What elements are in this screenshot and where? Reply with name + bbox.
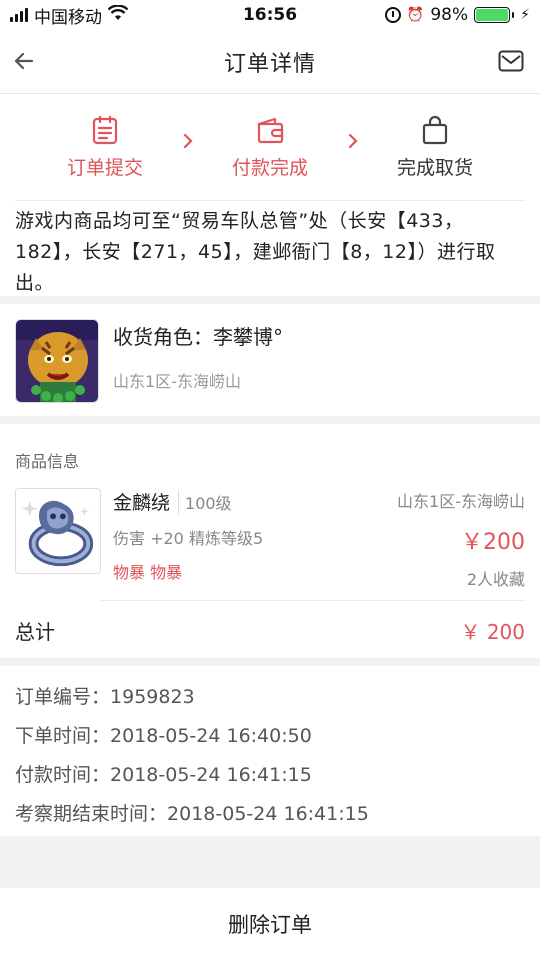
item-favorites: 2人收藏 bbox=[466, 570, 525, 589]
pay-time-row: 付款时间： 2018-05-24 16:41:15 bbox=[15, 756, 525, 795]
nav-bar: 订单详情 bbox=[0, 30, 540, 94]
step-label: 订单提交 bbox=[66, 156, 143, 179]
order-number-row: 订单编号： 1959823 bbox=[15, 678, 525, 717]
item-price: ￥200 bbox=[461, 530, 525, 555]
goods-section: 商品信息 金麟绕 100级 伤害 +20 精炼等级5 物暴 物暴 山东1区-东海… bbox=[0, 424, 540, 658]
battery-percent: 98% bbox=[430, 5, 469, 25]
item-attributes: 伤害 +20 精炼等级5 bbox=[113, 529, 264, 548]
notice-text: 游戏内商品均可至“贸易车队总管”处（长安【433，182】，长安【271，45】… bbox=[15, 210, 496, 294]
clipboard-icon bbox=[92, 115, 118, 144]
receiver-name: 李攀博° bbox=[213, 325, 283, 349]
chevron-right-icon bbox=[183, 133, 193, 149]
receiver-server: 山东1区-东海崂山 bbox=[113, 372, 241, 391]
alarm-icon: ⏰ bbox=[406, 7, 425, 23]
item-level: 100级 bbox=[178, 489, 232, 514]
orientation-lock-icon bbox=[384, 7, 401, 23]
review-end-row: 考察期结束时间： 2018-05-24 16:41:15 bbox=[15, 795, 525, 834]
delete-order-button[interactable]: 删除订单 bbox=[0, 888, 540, 960]
receiver-card: 收货角色： 李攀博° 山东1区-东海崂山 bbox=[0, 304, 540, 416]
total-value: ￥ 200 bbox=[460, 620, 525, 644]
step-order-submitted: 订单提交 bbox=[50, 115, 160, 180]
chevron-right-icon bbox=[348, 133, 358, 149]
total-row: 总计 ￥ 200 bbox=[15, 616, 525, 645]
order-time-row: 下单时间： 2018-05-24 16:40:50 bbox=[15, 717, 525, 756]
item-server: 山东1区-东海崂山 bbox=[397, 492, 525, 511]
item-details: 金麟绕 100级 伤害 +20 精炼等级5 物暴 物暴 bbox=[113, 488, 397, 582]
page-title: 订单详情 bbox=[223, 51, 316, 77]
carrier-label: 中国移动 bbox=[34, 7, 102, 28]
order-number: 1959823 bbox=[110, 686, 195, 708]
item-right: 山东1区-东海崂山 ￥200 2人收藏 bbox=[397, 488, 525, 589]
wifi-icon bbox=[107, 3, 129, 26]
item-name: 金麟绕 bbox=[113, 492, 171, 514]
step-pickup-complete: 完成取货 bbox=[380, 115, 490, 180]
pickup-notice: 游戏内商品均可至“贸易车队总管”处（长安【433，182】，长安【271，45】… bbox=[0, 200, 540, 296]
mail-icon[interactable] bbox=[498, 50, 524, 72]
battery-icon bbox=[474, 7, 515, 23]
order-time-label: 下单时间： bbox=[15, 725, 111, 747]
divider bbox=[15, 200, 525, 201]
ring-item-image bbox=[15, 488, 101, 574]
step-label: 付款完成 bbox=[231, 156, 308, 179]
bag-icon bbox=[422, 115, 448, 144]
item-name-row: 金麟绕 100级 bbox=[113, 488, 397, 515]
review-end-time: 2018-05-24 16:41:15 bbox=[167, 803, 369, 825]
wallet-icon bbox=[257, 117, 284, 143]
pay-time: 2018-05-24 16:41:15 bbox=[110, 764, 312, 786]
review-end-label: 考察期结束时间： bbox=[15, 803, 168, 825]
goods-header: 商品信息 bbox=[15, 452, 80, 471]
goods-item[interactable]: 金麟绕 100级 伤害 +20 精炼等级5 物暴 物暴 山东1区-东海崂山 ￥2… bbox=[15, 488, 525, 589]
receiver-info: 收货角色： 李攀博° 山东1区-东海崂山 bbox=[113, 319, 283, 401]
character-avatar bbox=[15, 319, 99, 403]
divider bbox=[100, 600, 525, 601]
order-info: 订单编号： 1959823 下单时间： 2018-05-24 16:40:50 … bbox=[0, 666, 540, 836]
clock: 16:56 bbox=[242, 5, 298, 25]
status-left: 中国移动 bbox=[10, 3, 129, 28]
order-time: 2018-05-24 16:40:50 bbox=[110, 725, 312, 747]
order-progress: 订单提交 付款完成 完成取货 bbox=[0, 94, 540, 200]
pay-time-label: 付款时间： bbox=[15, 764, 111, 786]
step-label: 完成取货 bbox=[396, 156, 473, 179]
item-tags: 物暴 物暴 bbox=[113, 563, 183, 582]
back-arrow-icon[interactable] bbox=[12, 48, 38, 74]
receiver-role: 收货角色： 李攀博° bbox=[113, 321, 283, 350]
signal-icon bbox=[10, 8, 28, 22]
status-bar: 中国移动 16:56 ⏰ 98% ⚡ bbox=[0, 0, 540, 30]
step-payment-complete: 付款完成 bbox=[215, 115, 325, 180]
receiver-label: 收货角色： bbox=[113, 325, 213, 349]
charging-icon: ⚡ bbox=[520, 7, 530, 23]
total-label: 总计 bbox=[15, 620, 55, 644]
order-number-label: 订单编号： bbox=[15, 686, 111, 708]
status-right: ⏰ 98% ⚡ bbox=[384, 5, 530, 25]
